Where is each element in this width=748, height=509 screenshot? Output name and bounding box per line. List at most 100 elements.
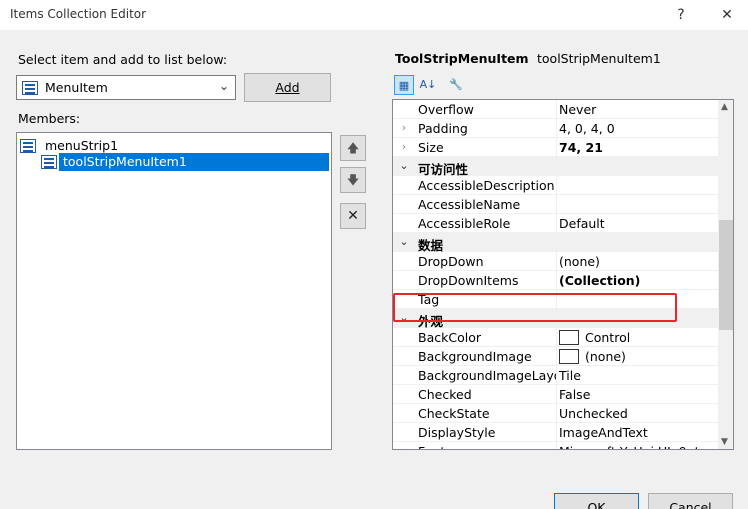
property-name: Font (418, 444, 556, 449)
property-row[interactable]: DropDownItems (Collection) (393, 271, 718, 290)
window-title: Items Collection Editor (10, 7, 147, 21)
property-name: AccessibleName (418, 197, 521, 212)
listview-icon (22, 81, 38, 95)
property-value[interactable]: ImageAndText (559, 425, 648, 440)
dialog-body: Select item and add to list below: MenuI… (0, 30, 748, 509)
column-divider (556, 404, 557, 423)
property-name: Padding (418, 121, 468, 136)
property-value[interactable]: Control (585, 330, 630, 345)
property-row[interactable]: AccessibleRole Default (393, 214, 718, 233)
alphabetical-icon[interactable]: A↓ (418, 75, 438, 95)
tree-node-label-selected: toolStripMenuItem1 (59, 153, 329, 171)
column-divider (556, 100, 557, 119)
property-value[interactable]: Unchecked (559, 406, 628, 421)
close-button[interactable]: ✕ (716, 4, 738, 26)
column-divider (556, 328, 557, 347)
component-name: toolStripMenuItem1 (537, 51, 661, 66)
property-name: DropDownItems (418, 273, 519, 288)
scroll-up-icon[interactable]: ▲ (721, 102, 728, 112)
property-name: Size (418, 140, 444, 155)
arrow-up-icon: 🡅 (346, 141, 360, 155)
tree-node-toolstripmenuitem[interactable]: toolStripMenuItem1 (41, 153, 331, 171)
property-row[interactable]: DisplayStyle ImageAndText (393, 423, 718, 442)
close-icon: ✕ (347, 208, 359, 224)
property-name: BackgroundImageLayout (418, 368, 556, 383)
scroll-down-icon[interactable]: ▼ (721, 437, 728, 447)
help-button[interactable]: ? (670, 4, 692, 26)
column-divider (556, 119, 557, 138)
add-button[interactable]: Add (244, 73, 331, 102)
property-name: Overflow (418, 102, 474, 117)
column-divider (556, 423, 557, 442)
property-pages-icon[interactable]: 🔧 (446, 75, 466, 95)
tree-node-label: menuStrip1 (45, 138, 119, 153)
chevron-down-icon: ⌄ (218, 79, 229, 93)
property-row[interactable]: › Padding 4, 0, 4, 0 (393, 119, 718, 138)
listview-icon (41, 155, 57, 169)
item-type-combo[interactable]: MenuItem ⌄ (16, 75, 236, 100)
expand-icon[interactable]: › (398, 444, 410, 449)
move-down-button[interactable]: 🡇 (340, 167, 366, 193)
move-up-button[interactable]: 🡅 (340, 135, 366, 161)
collapse-icon[interactable]: ⌄ (398, 159, 410, 172)
property-value[interactable]: 74, 21 (559, 140, 603, 155)
property-row[interactable]: AccessibleName (393, 195, 718, 214)
property-value[interactable]: 4, 0, 4, 0 (559, 121, 615, 136)
property-name: BackgroundImage (418, 349, 532, 364)
combo-value: MenuItem (45, 80, 108, 95)
column-divider (556, 252, 557, 271)
property-row[interactable]: CheckState Unchecked (393, 404, 718, 423)
scroll-thumb[interactable] (719, 220, 733, 330)
color-swatch (559, 330, 579, 345)
property-value[interactable]: Tile (559, 368, 581, 383)
property-value[interactable]: Microsoft YaHei UI, 9pt (559, 444, 700, 449)
property-row[interactable]: BackColor Control (393, 328, 718, 347)
expand-icon[interactable]: › (398, 121, 410, 134)
column-divider (556, 176, 557, 195)
property-row[interactable]: BackgroundImage (none) (393, 347, 718, 366)
property-value[interactable]: Default (559, 216, 605, 231)
property-value[interactable]: (none) (559, 254, 600, 269)
component-type: ToolStripMenuItem (395, 51, 529, 66)
property-row[interactable]: › Size 74, 21 (393, 138, 718, 157)
property-row[interactable]: Checked False (393, 385, 718, 404)
listview-icon (20, 139, 36, 153)
property-row[interactable]: BackgroundImageLayoutTile (393, 366, 718, 385)
collapse-icon[interactable]: ⌄ (398, 235, 410, 248)
ok-button[interactable]: OK (554, 493, 639, 509)
column-divider (556, 195, 557, 214)
property-name: AccessibleRole (418, 216, 511, 231)
property-name: BackColor (418, 330, 481, 345)
property-row[interactable]: Overflow Never (393, 100, 718, 119)
property-category[interactable]: ⌄ 数据 (393, 233, 718, 253)
property-value[interactable]: (Collection) (559, 273, 640, 288)
property-row[interactable]: DropDown (none) (393, 252, 718, 271)
property-value[interactable]: (none) (585, 349, 626, 364)
property-name: DropDown (418, 254, 484, 269)
categorized-icon[interactable]: ▦ (394, 75, 414, 95)
expand-icon[interactable]: › (398, 140, 410, 153)
highlight-box (393, 293, 677, 322)
property-grid[interactable]: Overflow Never › Padding 4, 0, 4, 0 › Size 74, … (392, 99, 734, 450)
property-grid-scrollbar[interactable]: ▲ ▼ (718, 100, 733, 449)
color-swatch (559, 349, 579, 364)
property-value[interactable]: Never (559, 102, 596, 117)
cancel-button[interactable]: Cancel (648, 493, 733, 509)
members-label: Members: (18, 111, 81, 126)
column-divider (556, 385, 557, 404)
remove-button[interactable]: ✕ (340, 203, 366, 229)
property-value[interactable]: False (559, 387, 590, 402)
column-divider (556, 138, 557, 157)
arrow-down-icon: 🡇 (346, 173, 360, 187)
property-row[interactable]: AccessibleDescription (393, 176, 718, 195)
select-item-label: Select item and add to list below: (18, 52, 228, 67)
column-divider (556, 366, 557, 385)
property-name: AccessibleDescription (418, 178, 555, 193)
column-divider (556, 271, 557, 290)
property-name: CheckState (418, 406, 490, 421)
column-divider (556, 442, 557, 449)
members-tree[interactable]: menuStrip1 toolStripMenuItem1 (16, 132, 332, 450)
property-row[interactable]: › FontMicrosoft YaHei UI, 9pt (393, 442, 718, 449)
property-category[interactable]: ⌄ 可访问性 (393, 157, 718, 177)
property-name: Checked (418, 387, 472, 402)
